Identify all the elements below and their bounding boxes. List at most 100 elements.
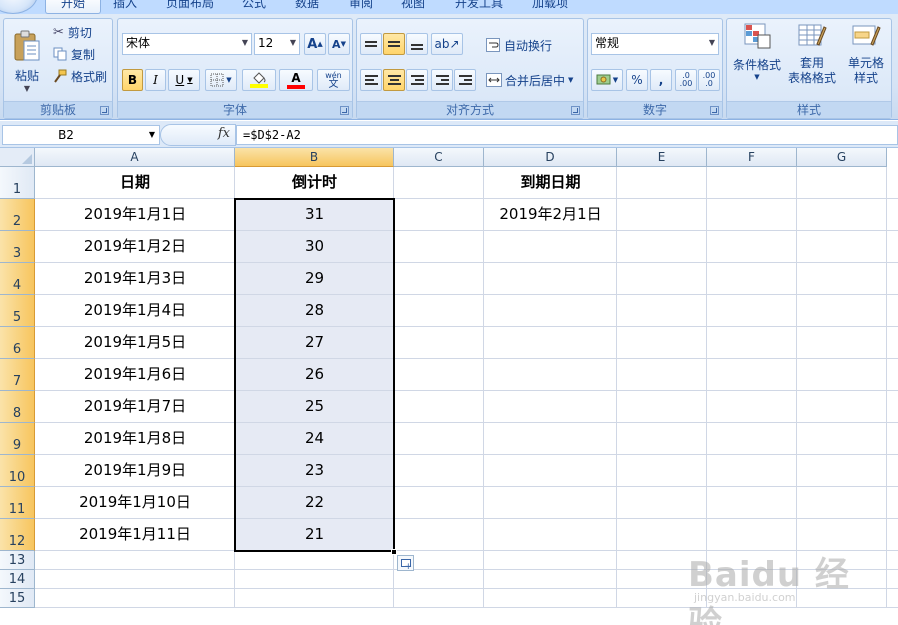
font-dialog-launcher[interactable] xyxy=(340,106,349,115)
orientation-button[interactable]: ab↗ xyxy=(431,33,463,55)
column-header-g[interactable]: G xyxy=(797,148,887,167)
tab-review[interactable]: 审阅 xyxy=(345,0,377,14)
column-header-f[interactable]: F xyxy=(707,148,797,167)
clipboard-dialog-launcher[interactable] xyxy=(100,106,109,115)
cell-a9[interactable]: 2019年1月8日 xyxy=(35,423,235,454)
paste-icon xyxy=(14,30,40,61)
underline-button[interactable]: U ▼ xyxy=(168,69,200,91)
styles-group: 条件格式 ▼ 套用 表格格式 单元格 样式 样式 xyxy=(726,18,892,119)
auto-fill-options-icon[interactable] xyxy=(397,555,414,572)
row-header-11[interactable]: 11 xyxy=(0,487,35,519)
percent-button[interactable]: % xyxy=(626,69,648,91)
cell-a12[interactable]: 2019年1月11日 xyxy=(35,519,235,550)
format-as-table-button[interactable]: 套用 表格格式 xyxy=(784,21,840,99)
wrap-text-label: 自动换行 xyxy=(504,38,553,53)
conditional-format-button[interactable]: 条件格式 ▼ xyxy=(730,21,784,99)
tab-home[interactable]: 开始 xyxy=(45,0,101,14)
cell-a10[interactable]: 2019年1月9日 xyxy=(35,455,235,486)
paste-button[interactable]: 粘贴 ▼ xyxy=(8,22,46,100)
cell-a5[interactable]: 2019年1月4日 xyxy=(35,295,235,326)
row-header-14[interactable]: 14 xyxy=(0,570,35,589)
row-header-5[interactable]: 5 xyxy=(0,295,35,327)
cell-d1-header[interactable]: 到期日期 xyxy=(484,167,617,198)
align-left-button[interactable] xyxy=(360,69,382,91)
column-header-a[interactable]: A xyxy=(35,148,235,167)
column-header-b[interactable]: B xyxy=(235,148,394,167)
font-name-combo[interactable]: 宋体 ▼ xyxy=(122,33,252,55)
increase-decimal-button[interactable]: .0 .00 xyxy=(675,69,697,91)
cell-a6[interactable]: 2019年1月5日 xyxy=(35,327,235,358)
format-painter-icon xyxy=(54,69,67,83)
align-right-button[interactable] xyxy=(406,69,428,91)
tab-developer[interactable]: 开发工具 xyxy=(449,0,509,14)
row-header-4[interactable]: 4 xyxy=(0,263,35,295)
shrink-font-button[interactable]: A ▼ xyxy=(328,33,350,55)
cell-styles-button[interactable]: 单元格 样式 xyxy=(842,21,890,99)
row-header-15[interactable]: 15 xyxy=(0,589,35,608)
column-header-d[interactable]: D xyxy=(484,148,617,167)
copy-button[interactable]: 复制 xyxy=(52,45,108,63)
chevron-down-icon: ▼ xyxy=(289,38,296,47)
cell-a3[interactable]: 2019年1月2日 xyxy=(35,231,235,262)
row-header-1[interactable]: 1 xyxy=(0,167,35,199)
tab-page-layout[interactable]: 页面布局 xyxy=(160,0,220,14)
insert-function-button[interactable]: fx xyxy=(160,124,236,146)
row-header-6[interactable]: 6 xyxy=(0,327,35,359)
middle-align-button[interactable] xyxy=(383,33,405,55)
phonetic-guide-button[interactable]: wén 文 xyxy=(317,69,350,91)
tab-add-ins[interactable]: 加载项 xyxy=(528,0,572,14)
accounting-format-button[interactable]: ▼ xyxy=(591,69,623,91)
select-all-button[interactable] xyxy=(0,148,35,167)
gridline-column xyxy=(616,167,617,608)
formula-input[interactable]: =$D$2-A2 xyxy=(236,125,898,145)
comma-style-button[interactable]: , xyxy=(650,69,672,91)
top-align-button[interactable] xyxy=(360,33,382,55)
fill-color-button[interactable] xyxy=(242,69,276,91)
row-header-8[interactable]: 8 xyxy=(0,391,35,423)
row-header-9[interactable]: 9 xyxy=(0,423,35,455)
name-box[interactable]: B2 ▼ xyxy=(2,125,160,145)
bottom-align-button[interactable] xyxy=(406,33,428,55)
alignment-dialog-launcher[interactable] xyxy=(571,106,580,115)
column-header-e[interactable]: E xyxy=(617,148,707,167)
phonetic-bottom-label: 文 xyxy=(328,79,339,90)
increase-indent-icon xyxy=(458,73,472,87)
row-header-12[interactable]: 12 xyxy=(0,519,35,551)
number-format-combo[interactable]: 常规 ▼ xyxy=(591,33,719,55)
tab-data[interactable]: 数据 xyxy=(291,0,323,14)
row-header-2[interactable]: 2 xyxy=(0,199,35,231)
font-color-button[interactable]: A xyxy=(279,69,313,91)
tab-insert[interactable]: 插入 xyxy=(110,0,140,14)
decrease-indent-icon xyxy=(435,73,449,87)
cell-a8[interactable]: 2019年1月7日 xyxy=(35,391,235,422)
tab-view[interactable]: 视图 xyxy=(397,0,429,14)
cell-b1-header[interactable]: 倒计时 xyxy=(235,167,394,198)
decrease-decimal-button[interactable]: .00 .0 xyxy=(698,69,720,91)
cell-a7[interactable]: 2019年1月6日 xyxy=(35,359,235,390)
borders-button[interactable]: ▼ xyxy=(205,69,237,91)
cell-a11[interactable]: 2019年1月10日 xyxy=(35,487,235,518)
row-header-3[interactable]: 3 xyxy=(0,231,35,263)
grow-font-button[interactable]: A ▲ xyxy=(304,33,326,55)
row-header-13[interactable]: 13 xyxy=(0,551,35,570)
bold-button[interactable]: B xyxy=(122,69,143,91)
merge-center-button[interactable]: 合并后居中 ▼ xyxy=(485,70,581,90)
cell-d2-due-date[interactable]: 2019年2月1日 xyxy=(484,199,617,230)
format-painter-button[interactable]: 格式刷 xyxy=(52,67,112,85)
row-header-7[interactable]: 7 xyxy=(0,359,35,391)
number-dialog-launcher[interactable] xyxy=(710,106,719,115)
align-center-button[interactable] xyxy=(383,69,405,91)
font-size-combo[interactable]: 12 ▼ xyxy=(254,33,300,55)
cell-a4[interactable]: 2019年1月3日 xyxy=(35,263,235,294)
row-header-10[interactable]: 10 xyxy=(0,455,35,487)
decrease-indent-button[interactable] xyxy=(431,69,453,91)
italic-button[interactable]: I xyxy=(145,69,166,91)
cell-a2[interactable]: 2019年1月1日 xyxy=(35,199,235,230)
cut-button[interactable]: ✂ 剪切 xyxy=(52,23,108,41)
column-header-c[interactable]: C xyxy=(394,148,484,167)
tab-formulas[interactable]: 公式 xyxy=(238,0,270,14)
office-button[interactable] xyxy=(0,0,38,14)
increase-indent-button[interactable] xyxy=(454,69,476,91)
wrap-text-button[interactable]: 自动换行 xyxy=(485,35,581,55)
cell-a1-header[interactable]: 日期 xyxy=(35,167,235,198)
